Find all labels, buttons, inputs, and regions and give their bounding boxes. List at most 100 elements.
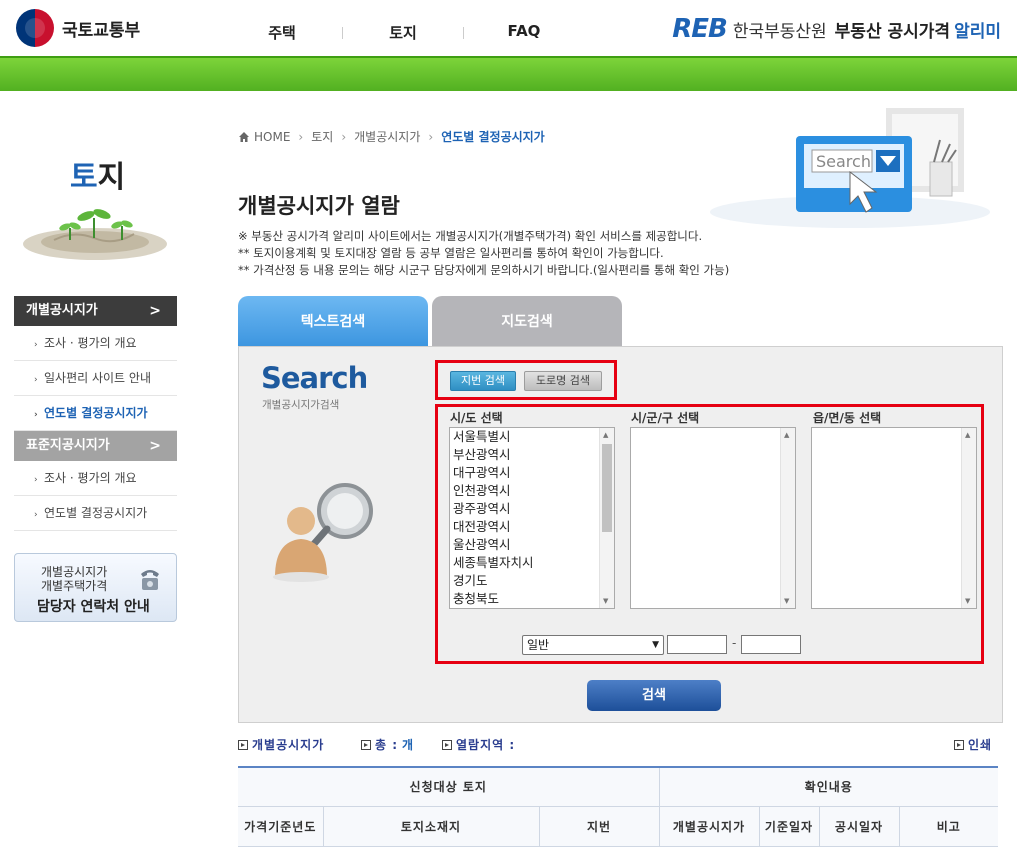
sidebar-item-ilsapyeonri-guide[interactable]: › 일사편리 사이트 안내 bbox=[14, 361, 177, 396]
scroll-down-icon[interactable]: ▼ bbox=[603, 597, 608, 605]
col-base-year: 가격기준년도 bbox=[238, 806, 324, 847]
col-base-date: 기준일자 bbox=[759, 806, 820, 847]
contact-line-3: 담당자 연락처 안내 bbox=[37, 599, 150, 615]
contact-line-2: 개별주택가격 bbox=[41, 579, 108, 593]
brand-logo[interactable]: REB 한국부동산원 부동산 공시가격 알리미 bbox=[672, 14, 1001, 44]
sidebar-group-individual-land-price[interactable]: 개별공시지가 > bbox=[14, 296, 177, 326]
list-item[interactable]: 세종특별자치시 bbox=[450, 554, 614, 572]
breadcrumb-separator-icon: › bbox=[298, 129, 304, 144]
col-lot-number: 지번 bbox=[539, 806, 660, 847]
scroll-down-icon: ▼ bbox=[784, 597, 790, 605]
breadcrumb-home[interactable]: HOME bbox=[254, 130, 290, 144]
note-line: ** 가격산정 등 내용 문의는 해당 시군구 담당자에게 문의하시기 바랍니다… bbox=[238, 263, 730, 277]
brand-service-accent: 알리미 bbox=[954, 21, 1001, 42]
sidebar-group-standard-land-price[interactable]: 표준지공시지가 > bbox=[14, 431, 177, 461]
contact-guide-button[interactable]: 개별공시지가 개별주택가격 담당자 연락처 안내 bbox=[14, 553, 177, 622]
list-item[interactable]: 부산광역시 bbox=[450, 446, 614, 464]
chevron-right-icon: > bbox=[149, 303, 161, 319]
brand-org: 한국부동산원 bbox=[732, 21, 827, 42]
list-item[interactable]: 대구광역시 bbox=[450, 464, 614, 482]
sido-listbox[interactable]: 서울특별시 부산광역시 대구광역시 인천광역시 광주광역시 대전광역시 울산광역… bbox=[449, 427, 615, 609]
sprout-illustration-icon bbox=[23, 209, 167, 260]
table-group-request: 신청대상 토지 bbox=[238, 767, 660, 807]
list-item[interactable]: 광주광역시 bbox=[450, 500, 614, 518]
home-icon bbox=[239, 131, 249, 142]
nav-land[interactable]: 토지 bbox=[343, 22, 463, 43]
sidebar-menu: 개별공시지가 > › 조사 · 평가의 개요 › 일사편리 사이트 안내 › 연도별 … bbox=[14, 296, 177, 531]
sidebar-item-standard-overview[interactable]: › 조사 · 평가의 개요 bbox=[14, 461, 177, 496]
list-item[interactable]: 대전광역시 bbox=[450, 518, 614, 536]
col-announce-date: 공시일자 bbox=[819, 806, 900, 847]
chevron-down-icon: ▼ bbox=[652, 640, 659, 650]
table-group-confirm: 확인내용 bbox=[659, 767, 998, 807]
bullet-icon: › bbox=[34, 375, 38, 385]
result-table: 신청대상 토지 확인내용 가격기준년도 토지소재지 지번 개별공시지가 기준일자… bbox=[238, 766, 998, 847]
jibun-search-button[interactable]: 지번 검색 bbox=[450, 371, 516, 391]
sidebar-group-label: 표준지공시지가 bbox=[26, 438, 110, 453]
scroll-up-icon: ▲ bbox=[784, 431, 790, 439]
sigungu-label: 시/군/구 선택 bbox=[631, 411, 700, 425]
bullet-icon: › bbox=[34, 410, 38, 420]
ministry-logo[interactable]: 국토교통부 bbox=[16, 9, 140, 47]
nav-faq[interactable]: FAQ bbox=[464, 22, 584, 43]
tab-map-search[interactable]: 지도검색 bbox=[432, 296, 622, 346]
sigungu-listbox[interactable]: ▲ ▼ bbox=[630, 427, 796, 609]
list-item[interactable]: 인천광역시 bbox=[450, 482, 614, 500]
scrollbar[interactable]: ▲ ▼ bbox=[599, 428, 614, 608]
page-title: 개별공시지가 열람 bbox=[238, 194, 400, 218]
print-button[interactable]: 인쇄 bbox=[954, 736, 992, 753]
tab-text-search[interactable]: 텍스트검색 bbox=[238, 296, 428, 346]
breadcrumb-individual-land-price[interactable]: 개별공시지가 bbox=[354, 128, 420, 145]
scrollbar-thumb[interactable] bbox=[602, 444, 612, 532]
note-line: ※ 부동산 공시가격 알리미 사이트에서는 개별공시지가(개별주택가격) 확인 … bbox=[238, 229, 703, 243]
sido-label: 시/도 선택 bbox=[450, 411, 503, 425]
search-panel: Search 개별공시지가검색 지번 검색 도로명 검색 시/도 선택 시/군/… bbox=[238, 346, 1003, 723]
scroll-up-icon: ▲ bbox=[965, 431, 971, 439]
sidebar-item-yearly-price[interactable]: › 연도별 결정공시지가 bbox=[14, 396, 177, 431]
list-item[interactable]: 서울특별시 bbox=[450, 428, 614, 446]
brand-service: 부동산 공시가격 bbox=[834, 21, 951, 42]
land-type-value: 일반 bbox=[527, 638, 550, 652]
bullet-icon: › bbox=[34, 475, 38, 485]
land-type-select[interactable]: 일반 ▼ bbox=[522, 635, 664, 655]
main-lot-number-input[interactable] bbox=[667, 635, 727, 654]
square-bullet-icon bbox=[238, 739, 248, 750]
page-notes: ※ 부동산 공시가격 알리미 사이트에서는 개별공시지가(개별주택가격) 확인 … bbox=[238, 228, 729, 279]
search-logo: Search bbox=[261, 361, 368, 395]
telephone-icon bbox=[141, 570, 159, 590]
col-remarks: 비고 bbox=[899, 806, 998, 847]
nav-housing[interactable]: 주택 bbox=[222, 22, 342, 43]
scrollbar: ▲ ▼ bbox=[780, 428, 795, 608]
sidebar-group-label: 개별공시지가 bbox=[26, 303, 98, 318]
site-header: 국토교통부 주택 토지 FAQ REB 한국부동산원 부동산 공시가격 알리미 bbox=[0, 0, 1017, 56]
sidebar-item-standard-yearly-price[interactable]: › 연도별 결정공시지가 bbox=[14, 496, 177, 531]
sub-lot-number-input[interactable] bbox=[741, 635, 801, 654]
scroll-up-icon[interactable]: ▲ bbox=[603, 431, 608, 439]
sidebar-title: 토지 bbox=[70, 160, 126, 195]
square-bullet-icon bbox=[361, 739, 371, 750]
list-item[interactable]: 경기도 bbox=[450, 572, 614, 590]
breadcrumb-separator-icon: › bbox=[341, 129, 347, 144]
square-bullet-icon bbox=[442, 739, 452, 750]
lot-number-dash: - bbox=[732, 636, 737, 650]
col-land-location: 토지소재지 bbox=[323, 806, 540, 847]
search-button[interactable]: 검색 bbox=[587, 680, 721, 711]
ministry-logo-text: 국토교통부 bbox=[62, 20, 141, 41]
global-nav: 주택 토지 FAQ bbox=[222, 22, 584, 43]
taegeuk-logo-icon bbox=[16, 9, 54, 47]
scrollbar: ▲ ▼ bbox=[961, 428, 976, 608]
list-item[interactable]: 울산광역시 bbox=[450, 536, 614, 554]
person-magnifier-icon bbox=[273, 483, 373, 582]
region-select-area: 시/도 선택 시/군/구 선택 읍/면/동 선택 서울특별시 부산광역시 대구광… bbox=[435, 404, 984, 664]
scroll-down-icon: ▼ bbox=[965, 597, 971, 605]
search-logo-sub: 개별공시지가검색 bbox=[262, 399, 340, 411]
note-line: ** 토지이용계획 및 토지대장 열람 등 공부 열람은 일사편리를 통하여 확… bbox=[238, 246, 664, 260]
road-name-search-button[interactable]: 도로명 검색 bbox=[524, 371, 602, 391]
breadcrumb-land[interactable]: 토지 bbox=[311, 128, 333, 145]
sidebar-item-overview[interactable]: › 조사 · 평가의 개요 bbox=[14, 326, 177, 361]
breadcrumb-separator-icon: › bbox=[428, 129, 434, 144]
eupmyeondong-label: 읍/면/동 선택 bbox=[813, 411, 882, 425]
list-item[interactable]: 충청북도 bbox=[450, 590, 614, 608]
result-region: 열람지역 : bbox=[442, 736, 515, 753]
eupmyeondong-listbox[interactable]: ▲ ▼ bbox=[811, 427, 977, 609]
